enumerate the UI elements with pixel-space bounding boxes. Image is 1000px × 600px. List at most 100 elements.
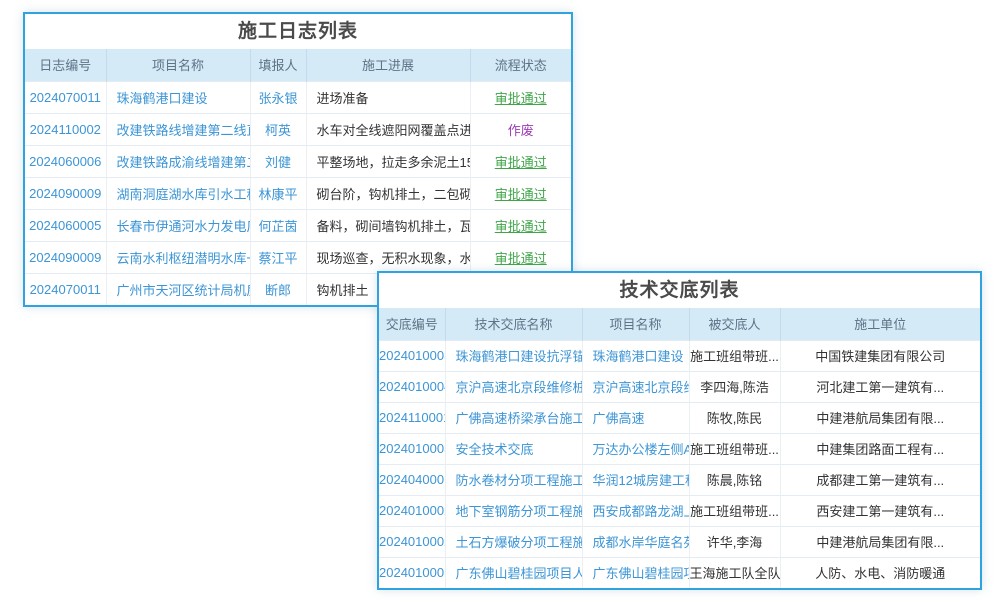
project-name-link[interactable]: 云南水利枢纽潜明水库一...	[106, 241, 250, 273]
column-header-log-id: 日志编号	[25, 49, 106, 81]
table-row: 2024060006 改建铁路成渝线增建第二... 刘健 平整场地，拉走多余泥土…	[25, 145, 571, 177]
disclosure-name-link[interactable]: 京沪高速北京段维修桩帽...	[445, 371, 582, 402]
status-cell: 审批通过	[470, 241, 571, 273]
technical-disclosure-panel: 技术交底列表 交底编号 技术交底名称 项目名称 被交底人 施工单位 202401…	[377, 271, 982, 590]
project-name-link[interactable]: 改建铁路成渝线增建第二...	[106, 145, 250, 177]
project-name-link[interactable]: 珠海鹤港口建设	[582, 340, 689, 371]
table-row: 2024110002 改建铁路线增建第二线直... 柯英 水车对全线遮阳网覆盖点…	[25, 113, 571, 145]
disclosure-name-link[interactable]: 安全技术交底	[445, 433, 582, 464]
disclosure-id-link[interactable]: 2024010002	[379, 526, 445, 557]
log-id-link[interactable]: 2024060006	[25, 145, 106, 177]
progress-text: 现场巡查，无积水现象，水...	[306, 241, 470, 273]
unit-text: 中建港航局集团有限...	[780, 526, 980, 557]
project-name-link[interactable]: 珠海鹤港口建设	[106, 81, 250, 113]
table-header-row: 日志编号 项目名称 填报人 施工进展 流程状态	[25, 49, 571, 81]
progress-text: 备料，砌间墙钩机排土，瓦...	[306, 209, 470, 241]
unit-text: 成都建工第一建筑有...	[780, 464, 980, 495]
reporter-link[interactable]: 断郎	[250, 273, 306, 305]
disclosure-id-link[interactable]: 2024010004	[379, 371, 445, 402]
construction-log-table: 日志编号 项目名称 填报人 施工进展 流程状态 2024070011 珠海鹤港口…	[25, 49, 571, 305]
reporter-link[interactable]: 柯英	[250, 113, 306, 145]
reporter-link[interactable]: 刘健	[250, 145, 306, 177]
log-id-link[interactable]: 2024090009	[25, 241, 106, 273]
technical-disclosure-table: 交底编号 技术交底名称 项目名称 被交底人 施工单位 2024010003 珠海…	[379, 308, 980, 588]
status-cell: 作废	[470, 113, 571, 145]
disclosure-name-link[interactable]: 广东佛山碧桂园项目人防...	[445, 557, 582, 588]
progress-text: 砌台阶，钩机排土，二包砌...	[306, 177, 470, 209]
project-name-link[interactable]: 京沪高速北京段维修	[582, 371, 689, 402]
project-name-link[interactable]: 改建铁路线增建第二线直...	[106, 113, 250, 145]
recipients-text: 施工班组带班...	[689, 340, 780, 371]
table-row: 2024040001 防水卷材分项工程施工技... 华润12城房建工程... 陈…	[379, 464, 980, 495]
recipients-text: 许华,李海	[689, 526, 780, 557]
disclosure-id-link[interactable]: 2024010002	[379, 495, 445, 526]
table-row: 2024010001 广东佛山碧桂园项目人防... 广东佛山碧桂园项目 王海施工…	[379, 557, 980, 588]
disclosure-id-link[interactable]: 2024010003	[379, 340, 445, 371]
column-header-project: 项目名称	[582, 308, 689, 340]
disclosure-name-link[interactable]: 地下室钢筋分项工程施工...	[445, 495, 582, 526]
status-badge[interactable]: 审批通过	[495, 91, 547, 106]
status-badge[interactable]: 审批通过	[495, 155, 547, 170]
disclosure-name-link[interactable]: 土石方爆破分项工程施工...	[445, 526, 582, 557]
project-name-link[interactable]: 广佛高速	[582, 402, 689, 433]
project-name-link[interactable]: 成都水岸华庭名苑...	[582, 526, 689, 557]
status-badge[interactable]: 审批通过	[495, 219, 547, 234]
log-id-link[interactable]: 2024060005	[25, 209, 106, 241]
construction-log-title: 施工日志列表	[25, 14, 571, 49]
progress-text: 进场准备	[306, 81, 470, 113]
log-id-link[interactable]: 2024070011	[25, 273, 106, 305]
column-header-progress: 施工进展	[306, 49, 470, 81]
status-cell: 审批通过	[470, 209, 571, 241]
table-row: 2024010002 土石方爆破分项工程施工... 成都水岸华庭名苑... 许华…	[379, 526, 980, 557]
reporter-link[interactable]: 张永银	[250, 81, 306, 113]
table-row: 2024110001 广佛高速桥梁承台施工技... 广佛高速 陈牧,陈民 中建港…	[379, 402, 980, 433]
progress-text: 平整场地，拉走多余泥土15...	[306, 145, 470, 177]
disclosure-id-link[interactable]: 2024010001	[379, 557, 445, 588]
project-name-link[interactable]: 万达办公楼左侧A...	[582, 433, 689, 464]
status-badge[interactable]: 审批通过	[495, 251, 547, 266]
log-id-link[interactable]: 2024110002	[25, 113, 106, 145]
status-cell: 审批通过	[470, 145, 571, 177]
log-id-link[interactable]: 2024090009	[25, 177, 106, 209]
construction-log-panel: 施工日志列表 日志编号 项目名称 填报人 施工进展 流程状态 202407001…	[23, 12, 573, 307]
status-badge[interactable]: 审批通过	[495, 187, 547, 202]
disclosure-name-link[interactable]: 广佛高速桥梁承台施工技...	[445, 402, 582, 433]
disclosure-id-link[interactable]: 2024110001	[379, 402, 445, 433]
reporter-link[interactable]: 林康平	[250, 177, 306, 209]
reporter-link[interactable]: 何芷茵	[250, 209, 306, 241]
table-row: 2024010003 安全技术交底 万达办公楼左侧A... 施工班组带班... …	[379, 433, 980, 464]
unit-text: 中建港航局集团有限...	[780, 402, 980, 433]
project-name-link[interactable]: 华润12城房建工程...	[582, 464, 689, 495]
project-name-link[interactable]: 广州市天河区统计局机房...	[106, 273, 250, 305]
unit-text: 人防、水电、消防暖通	[780, 557, 980, 588]
project-name-link[interactable]: 广东佛山碧桂园项目	[582, 557, 689, 588]
recipients-text: 李四海,陈浩	[689, 371, 780, 402]
project-name-link[interactable]: 西安成都路龙湖上...	[582, 495, 689, 526]
column-header-disclosure-id: 交底编号	[379, 308, 445, 340]
column-header-unit: 施工单位	[780, 308, 980, 340]
unit-text: 河北建工第一建筑有...	[780, 371, 980, 402]
progress-text: 水车对全线遮阳网覆盖点进...	[306, 113, 470, 145]
unit-text: 中国铁建集团有限公司	[780, 340, 980, 371]
column-header-project: 项目名称	[106, 49, 250, 81]
reporter-link[interactable]: 蔡江平	[250, 241, 306, 273]
recipients-text: 施工班组带班...	[689, 433, 780, 464]
unit-text: 中建集团路面工程有...	[780, 433, 980, 464]
column-header-recipients: 被交底人	[689, 308, 780, 340]
recipients-text: 施工班组带班...	[689, 495, 780, 526]
recipients-text: 王海施工队全队	[689, 557, 780, 588]
table-row: 2024010003 珠海鹤港口建设抗浮锚杆... 珠海鹤港口建设 施工班组带班…	[379, 340, 980, 371]
technical-disclosure-title: 技术交底列表	[379, 273, 980, 308]
log-id-link[interactable]: 2024070011	[25, 81, 106, 113]
project-name-link[interactable]: 长春市伊通河水力发电厂...	[106, 209, 250, 241]
table-row: 2024090009 云南水利枢纽潜明水库一... 蔡江平 现场巡查，无积水现象…	[25, 241, 571, 273]
disclosure-name-link[interactable]: 珠海鹤港口建设抗浮锚杆...	[445, 340, 582, 371]
disclosure-name-link[interactable]: 防水卷材分项工程施工技...	[445, 464, 582, 495]
disclosure-id-link[interactable]: 2024010003	[379, 433, 445, 464]
recipients-text: 陈晨,陈铭	[689, 464, 780, 495]
column-header-status: 流程状态	[470, 49, 571, 81]
recipients-text: 陈牧,陈民	[689, 402, 780, 433]
disclosure-id-link[interactable]: 2024040001	[379, 464, 445, 495]
table-row: 2024010004 京沪高速北京段维修桩帽... 京沪高速北京段维修 李四海,…	[379, 371, 980, 402]
project-name-link[interactable]: 湖南洞庭湖水库引水工程...	[106, 177, 250, 209]
